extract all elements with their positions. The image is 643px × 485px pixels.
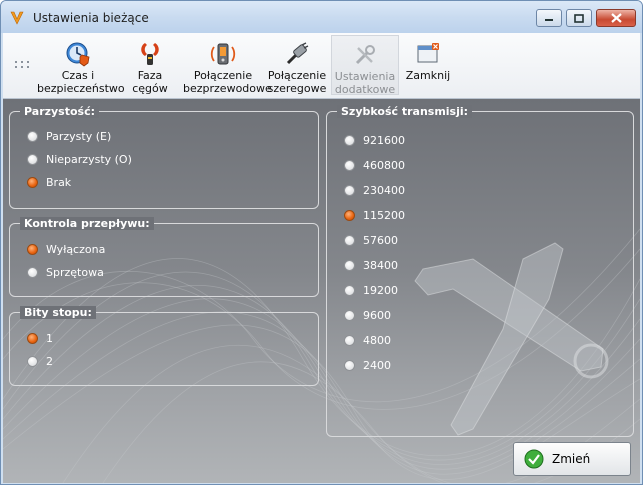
- baud-rate-radio[interactable]: [344, 309, 355, 321]
- minimize-button[interactable]: [536, 9, 562, 27]
- close-window-icon: [417, 43, 439, 63]
- stop-bits-option[interactable]: 1: [27, 330, 53, 346]
- baud-rate-label: 460800: [363, 158, 405, 172]
- apply-button[interactable]: Zmień: [513, 442, 631, 476]
- baud-rate-radio[interactable]: [344, 209, 355, 221]
- baud-rate-radio[interactable]: [344, 284, 355, 296]
- flow-control-title: Kontrola przepływu:: [20, 217, 154, 230]
- baud-rate-radio[interactable]: [344, 159, 355, 171]
- toolbar-label: Zamknij: [405, 69, 451, 82]
- stop-bits-option[interactable]: 2: [27, 353, 53, 369]
- serial-cable-icon: [286, 42, 309, 65]
- flow-control-label: Wyłączona: [46, 242, 106, 256]
- baud-rate-label: 9600: [363, 308, 391, 322]
- toolbar-grip-icon: [15, 61, 29, 68]
- maximize-button[interactable]: [566, 9, 592, 27]
- baud-rate-radio[interactable]: [344, 184, 355, 196]
- baud-rate-label: 57600: [363, 233, 398, 247]
- baud-rate-option[interactable]: 460800: [344, 157, 405, 173]
- toolbar: Czas i bezpieczeństwo Faza cęgów Połączeni…: [3, 33, 640, 99]
- flow-control-radio[interactable]: [27, 243, 38, 255]
- stop-bits-label: 2: [46, 354, 53, 368]
- baud-rate-option[interactable]: 38400: [344, 257, 398, 273]
- parity-label: Parzysty (E): [46, 129, 112, 143]
- settings-window: Ustawienia bieżące Czas ibezpieczeństwo: [0, 0, 643, 485]
- stop-bits-radio[interactable]: [27, 332, 38, 344]
- baud-rate-label: 230400: [363, 183, 405, 197]
- toolbar-wireless[interactable]: Połączenie bezprzewodowe: [183, 35, 272, 95]
- toolbar-serial[interactable]: Połączenie szeregowe: [265, 35, 329, 95]
- close-button[interactable]: [596, 9, 636, 27]
- parity-radio[interactable]: [27, 130, 38, 142]
- baud-rate-radio[interactable]: [344, 359, 355, 371]
- baud-rate-option[interactable]: 2400: [344, 357, 391, 373]
- baud-rate-label: 921600: [363, 133, 405, 147]
- parity-title: Parzystość:: [20, 105, 100, 118]
- flow-control-label: Sprzętowa: [46, 265, 104, 279]
- toolbar-time-security[interactable]: Czas i bezpieczeństwo: [37, 35, 125, 95]
- wireless-icon: [210, 43, 236, 65]
- title-bar: Ustawienia bieżące: [1, 1, 642, 33]
- flow-control-option[interactable]: Wyłączona: [27, 241, 105, 257]
- baud-rate-option[interactable]: 57600: [344, 232, 398, 248]
- parity-radio[interactable]: [27, 176, 38, 188]
- flow-control-radio[interactable]: [27, 266, 38, 278]
- checkmark-icon: [524, 449, 544, 469]
- window-title: Ustawienia bieżące: [33, 11, 149, 25]
- toolbar-label: Ustawienia dodatkowe: [334, 70, 396, 96]
- toolbar-label: Faza cęgów: [132, 69, 168, 95]
- baud-rate-option[interactable]: 230400: [344, 182, 405, 198]
- clock-shield-icon: [66, 42, 90, 67]
- toolbar-clamp-phase[interactable]: Faza cęgów: [127, 35, 173, 95]
- flow-control-option[interactable]: Sprzętowa: [27, 264, 104, 280]
- toolbar-label: Połączenie szeregowe: [267, 69, 327, 95]
- toolbar-label: Czas i bezpieczeństwo: [37, 69, 125, 95]
- toolbar-additional-settings[interactable]: Ustawienia dodatkowe: [331, 35, 399, 96]
- baud-rate-radio[interactable]: [344, 259, 355, 271]
- app-logo-icon: [10, 11, 24, 25]
- toolbar-close[interactable]: Zamknij: [401, 35, 455, 95]
- parity-option[interactable]: Nieparzysty (O): [27, 151, 132, 167]
- flow-control-group: Kontrola przepływu:: [9, 217, 319, 297]
- baud-rate-option[interactable]: 19200: [344, 282, 398, 298]
- apply-button-label: Zmień: [552, 452, 591, 466]
- baud-rate-radio[interactable]: [344, 234, 355, 246]
- baud-rate-label: 19200: [363, 283, 398, 297]
- baud-rate-option[interactable]: 4800: [344, 332, 391, 348]
- parity-label: Brak: [46, 175, 72, 189]
- baud-rate-label: 38400: [363, 258, 398, 272]
- close-icon: [610, 13, 622, 23]
- clamp-phase-icon: [141, 43, 159, 65]
- baud-rate-title: Szybkość transmisji:: [337, 105, 473, 118]
- baud-rate-label: 115200: [363, 208, 405, 222]
- baud-rate-option[interactable]: 9600: [344, 307, 391, 323]
- stop-bits-group: Bity stopu:: [9, 306, 319, 386]
- stop-bits-label: 1: [46, 331, 53, 345]
- minimize-icon: [545, 19, 553, 21]
- baud-rate-option[interactable]: 115200: [344, 207, 405, 223]
- tools-icon: [355, 45, 375, 65]
- parity-label: Nieparzysty (O): [46, 152, 132, 166]
- baud-rate-option[interactable]: 921600: [344, 132, 405, 148]
- parity-option[interactable]: Parzysty (E): [27, 128, 111, 144]
- baud-rate-label: 2400: [363, 358, 391, 372]
- maximize-icon: [574, 13, 584, 23]
- baud-rate-radio[interactable]: [344, 334, 355, 346]
- toolbar-label: Połączenie bezprzewodowe: [183, 69, 272, 95]
- baud-rate-radio[interactable]: [344, 134, 355, 146]
- parity-option[interactable]: Brak: [27, 174, 71, 190]
- settings-panel: Parzystość: Parzysty (E) Nieparzysty (O) B…: [3, 99, 640, 483]
- baud-rate-label: 4800: [363, 333, 391, 347]
- stop-bits-radio[interactable]: [27, 355, 38, 367]
- stop-bits-title: Bity stopu:: [20, 306, 96, 319]
- parity-radio[interactable]: [27, 153, 38, 165]
